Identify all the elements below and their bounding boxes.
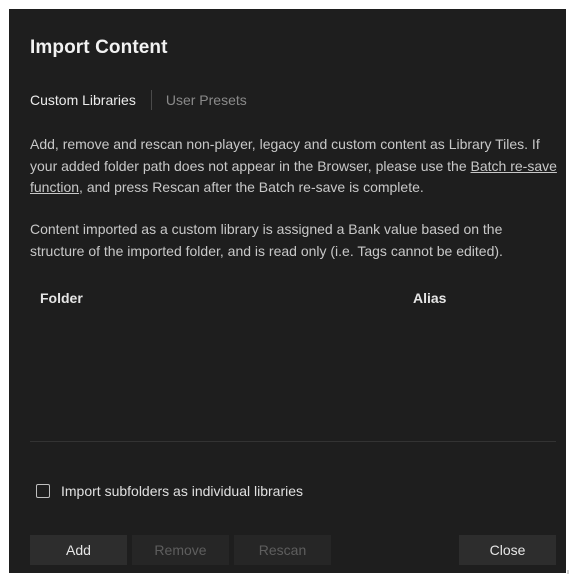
library-table-body[interactable] bbox=[30, 314, 556, 440]
description-paragraph-2: Content imported as a custom library is … bbox=[30, 221, 503, 259]
resize-grip bbox=[567, 570, 569, 574]
library-table-header: Folder Alias bbox=[30, 290, 556, 312]
dialog-title: Import Content bbox=[30, 37, 168, 58]
add-button[interactable]: Add bbox=[30, 535, 127, 565]
import-subfolders-label: Import subfolders as individual librarie… bbox=[61, 483, 303, 499]
remove-button[interactable]: Remove bbox=[132, 535, 229, 565]
description-text-b: , and press Rescan after the Batch re-sa… bbox=[79, 179, 424, 195]
column-header-alias[interactable]: Alias bbox=[413, 290, 446, 306]
tab-custom-libraries[interactable]: Custom Libraries bbox=[30, 89, 136, 111]
rescan-button[interactable]: Rescan bbox=[234, 535, 331, 565]
description-text-a: Add, remove and rescan non-player, legac… bbox=[30, 136, 540, 174]
tab-bar: Custom Libraries User Presets bbox=[30, 89, 247, 111]
close-button[interactable]: Close bbox=[459, 535, 556, 565]
table-divider bbox=[30, 441, 556, 442]
import-subfolders-checkbox[interactable] bbox=[36, 484, 50, 498]
column-header-folder[interactable]: Folder bbox=[40, 290, 83, 306]
import-content-dialog: Import Content Custom Libraries User Pre… bbox=[9, 9, 566, 573]
tab-user-presets[interactable]: User Presets bbox=[166, 89, 247, 111]
description-paragraph-1: Add, remove and rescan non-player, legac… bbox=[30, 134, 558, 199]
tab-separator bbox=[150, 90, 152, 110]
import-subfolders-option[interactable]: Import subfolders as individual librarie… bbox=[36, 482, 303, 500]
